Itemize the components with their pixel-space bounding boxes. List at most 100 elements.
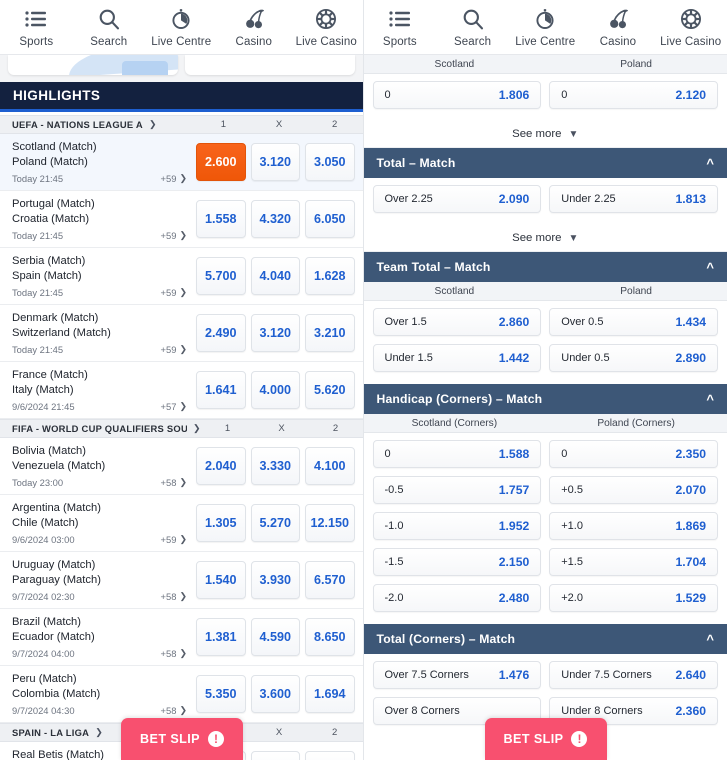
- see-more-button[interactable]: See more ▼: [363, 225, 727, 252]
- odds-button[interactable]: 1.694: [305, 675, 355, 713]
- odds-button[interactable]: 5.620: [305, 371, 355, 409]
- selection-button[interactable]: -1.0 1.952: [372, 512, 542, 540]
- odds-button[interactable]: 3.330: [250, 447, 300, 485]
- selection-button[interactable]: 0 2.120: [549, 81, 718, 109]
- odds-button[interactable]: 4.000: [250, 371, 300, 409]
- selection-button[interactable]: Under 2.25 1.813: [549, 185, 718, 213]
- odds-button[interactable]: 5.700: [196, 257, 246, 295]
- odds-button[interactable]: 1.381: [196, 618, 246, 656]
- nav-item-search[interactable]: Search: [436, 0, 509, 48]
- selection-button[interactable]: -0.5 1.757: [372, 476, 542, 504]
- odds-button[interactable]: 2.600: [196, 143, 246, 181]
- more-markets-link[interactable]: +59 ❯: [161, 173, 187, 184]
- chevron-up-icon[interactable]: ^: [706, 632, 714, 647]
- selection-button[interactable]: Under 1.5 1.442: [372, 344, 542, 372]
- more-markets-link[interactable]: +58 ❯: [161, 705, 187, 716]
- odds-button[interactable]: 1.628: [305, 257, 355, 295]
- odds-button[interactable]: 1.305: [196, 504, 246, 542]
- selection-button[interactable]: +1.0 1.869: [549, 512, 718, 540]
- match-row[interactable]: Argentina (Match) Chile (Match) 9/6/2024 0…: [0, 495, 363, 552]
- nav-item-live-casino[interactable]: Live Casino: [290, 0, 363, 48]
- odds-button[interactable]: 3.580: [250, 751, 300, 760]
- more-markets-link[interactable]: +57 ❯: [161, 401, 187, 412]
- selection-button[interactable]: 0 1.588: [372, 440, 542, 468]
- selection-button[interactable]: +0.5 2.070: [549, 476, 718, 504]
- chevron-up-icon[interactable]: ^: [706, 260, 714, 275]
- nav-item-casino[interactable]: Casino: [218, 0, 291, 48]
- promo-card[interactable]: [8, 55, 178, 75]
- match-row[interactable]: Uruguay (Match) Paraguay (Match) 9/7/2024 …: [0, 552, 363, 609]
- selection-button[interactable]: Under 7.5 Corners 2.640: [549, 661, 718, 689]
- match-row[interactable]: France (Match) Italy (Match) 9/6/2024 21:4…: [0, 362, 363, 419]
- odds-button[interactable]: 1.540: [196, 561, 246, 599]
- more-markets-link[interactable]: +59 ❯: [161, 287, 187, 298]
- selection-button[interactable]: Under 0.5 2.890: [549, 344, 718, 372]
- selection-button[interactable]: Over 1.5 2.860: [372, 308, 542, 336]
- match-list[interactable]: UEFA - NATIONS LEAGUE A ❯ 1 X 2 Scotland (Mat…: [0, 115, 363, 760]
- market-section-header[interactable]: Total – Match ^: [363, 148, 727, 178]
- odds-button[interactable]: 6.570: [305, 561, 355, 599]
- market-panel[interactable]: Scotland Poland 0 1.806 0 2.120 See more ▼ Total…: [363, 55, 727, 760]
- market-section-header[interactable]: Total (Corners) – Match ^: [363, 624, 727, 654]
- nav-item-sports[interactable]: Sports: [364, 0, 437, 48]
- odds-button[interactable]: 4.320: [250, 200, 300, 238]
- match-row[interactable]: Denmark (Match) Switzerland (Match) Today …: [0, 305, 363, 362]
- selection-button[interactable]: 0 2.350: [549, 440, 718, 468]
- match-row[interactable]: Serbia (Match) Spain (Match) Today 21:45 +5…: [0, 248, 363, 305]
- selection-button[interactable]: Over 2.25 2.090: [372, 185, 542, 213]
- nav-item-live-centre[interactable]: Live Centre: [145, 0, 218, 48]
- nav-item-live-casino[interactable]: Live Casino: [654, 0, 727, 48]
- match-row[interactable]: Brazil (Match) Ecuador (Match) 9/7/2024 04…: [0, 609, 363, 666]
- odds-button[interactable]: 3.120: [250, 143, 300, 181]
- odds-button[interactable]: 3.210: [305, 314, 355, 352]
- selection-button[interactable]: +1.5 1.704: [549, 548, 718, 576]
- odds-button[interactable]: 2.490: [196, 314, 246, 352]
- selection-button[interactable]: -2.0 2.480: [372, 584, 542, 612]
- selection-button[interactable]: Over 0.5 1.434: [549, 308, 718, 336]
- more-markets-link[interactable]: +59 ❯: [161, 344, 187, 355]
- league-header[interactable]: FIFA - WORLD CUP QUALIFIERS SOUTH AM... ❯…: [0, 419, 363, 438]
- market-section-header[interactable]: Handicap (Corners) – Match ^: [363, 384, 727, 414]
- odds-button[interactable]: 6.050: [305, 200, 355, 238]
- selection-button[interactable]: Over 7.5 Corners 1.476: [372, 661, 542, 689]
- chevron-up-icon[interactable]: ^: [706, 392, 714, 407]
- odds-button[interactable]: 4.590: [250, 618, 300, 656]
- odds-button[interactable]: 5.350: [196, 675, 246, 713]
- match-row[interactable]: Scotland (Match) Poland (Match) Today 21:4…: [0, 134, 363, 191]
- league-header[interactable]: UEFA - NATIONS LEAGUE A ❯ 1 X 2: [0, 115, 363, 134]
- odds-button[interactable]: 3.600: [250, 675, 300, 713]
- chevron-up-icon[interactable]: ^: [706, 156, 714, 171]
- nav-item-live-centre[interactable]: Live Centre: [509, 0, 582, 48]
- odds-button[interactable]: 3.930: [250, 561, 300, 599]
- nav-item-casino[interactable]: Casino: [582, 0, 655, 48]
- bet-slip-button-right[interactable]: BET SLIP !: [484, 718, 607, 760]
- odds-button[interactable]: 1.558: [196, 200, 246, 238]
- promo-card[interactable]: [184, 55, 355, 75]
- odds-button[interactable]: 8.650: [305, 618, 355, 656]
- selection-button[interactable]: 0 1.806: [372, 81, 542, 109]
- bet-slip-button-left[interactable]: BET SLIP !: [121, 718, 243, 760]
- more-markets-link[interactable]: +58 ❯: [161, 591, 187, 602]
- nav-item-search[interactable]: Search: [73, 0, 146, 48]
- odds-button[interactable]: 2.040: [196, 447, 246, 485]
- more-markets-link[interactable]: +58 ❯: [161, 648, 187, 659]
- odds-button[interactable]: 1.641: [196, 371, 246, 409]
- odds-button[interactable]: 12.150: [305, 504, 355, 542]
- match-row[interactable]: Peru (Match) Colombia (Match) 9/7/2024 04:…: [0, 666, 363, 723]
- match-row[interactable]: Portugal (Match) Croatia (Match) Today 21:…: [0, 191, 363, 248]
- odds-button[interactable]: 3.120: [250, 314, 300, 352]
- market-section-header[interactable]: Team Total – Match ^: [363, 252, 727, 282]
- match-row[interactable]: Bolivia (Match) Venezuela (Match) Today 23…: [0, 438, 363, 495]
- odds-button[interactable]: 5.270: [250, 504, 300, 542]
- nav-item-sports[interactable]: Sports: [0, 0, 73, 48]
- odds-button[interactable]: 4.040: [250, 257, 300, 295]
- odds-button[interactable]: 3.050: [305, 143, 355, 181]
- see-more-button[interactable]: See more ▼: [363, 121, 727, 148]
- odds-button[interactable]: 5.310: [305, 751, 355, 760]
- selection-button[interactable]: -1.5 2.150: [372, 548, 542, 576]
- more-markets-link[interactable]: +58 ❯: [161, 477, 187, 488]
- selection-button[interactable]: +2.0 1.529: [549, 584, 718, 612]
- odds-button[interactable]: 4.100: [305, 447, 355, 485]
- more-markets-link[interactable]: +59 ❯: [161, 230, 187, 241]
- more-markets-link[interactable]: +59 ❯: [161, 534, 187, 545]
